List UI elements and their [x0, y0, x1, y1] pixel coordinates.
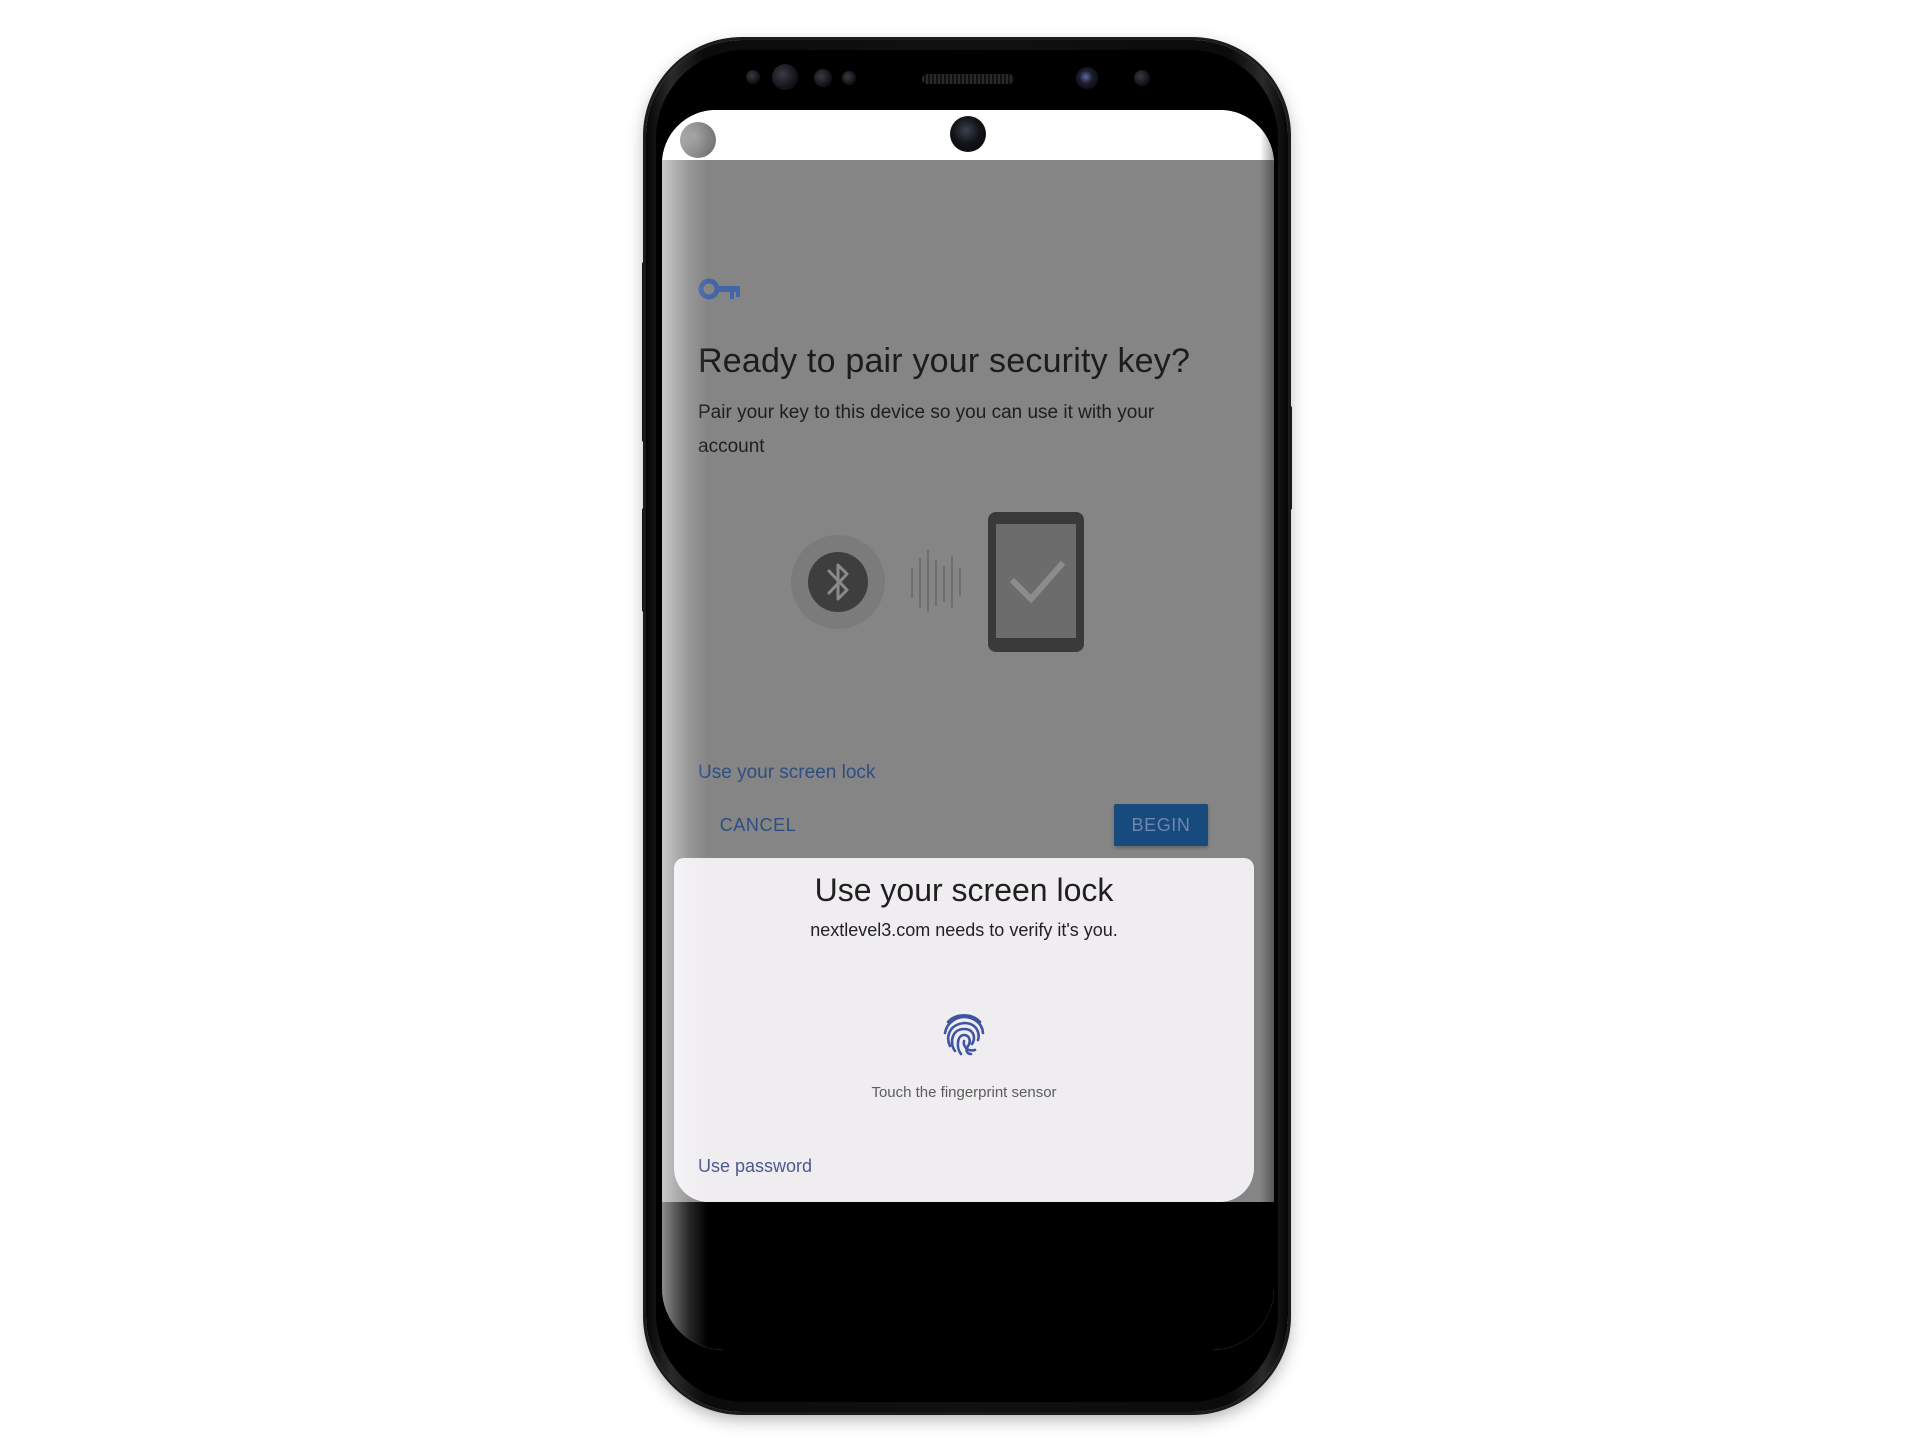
begin-button[interactable]: BEGIN — [1114, 804, 1208, 846]
iris-sensor — [772, 64, 798, 90]
camera-cutout — [950, 116, 986, 152]
status-indicator — [680, 122, 716, 158]
cancel-button[interactable]: CANCEL — [698, 804, 818, 846]
status-bar — [662, 110, 1274, 160]
earpiece-speaker — [922, 74, 1014, 84]
led-indicator — [842, 71, 856, 85]
bottom-bezel — [662, 1202, 1274, 1350]
sheet-subtitle: nextlevel3.com needs to verify it's you. — [810, 920, 1118, 940]
key-icon — [698, 278, 740, 300]
phone-screen: Ready to pair your security key? Pair yo… — [662, 110, 1274, 1350]
phone-check-icon — [988, 512, 1084, 652]
use-password-link[interactable]: Use password — [698, 1156, 812, 1177]
signal-waves-icon — [911, 550, 961, 612]
light-sensor — [814, 69, 832, 87]
fingerprint-icon[interactable] — [938, 1008, 990, 1060]
iris-camera — [1134, 70, 1150, 86]
page-title: Ready to pair your security key? — [698, 342, 1191, 380]
front-camera — [1076, 67, 1098, 89]
stage: Ready to pair your security key? Pair yo… — [0, 0, 1920, 1440]
phone-top-bar — [646, 40, 1288, 120]
use-screen-lock-link[interactable]: Use your screen lock — [698, 762, 875, 784]
sheet-title: Use your screen lock — [814, 872, 1114, 908]
proximity-sensor — [746, 70, 760, 84]
bluetooth-icon — [791, 535, 885, 629]
fingerprint-hint: Touch the fingerprint sensor — [871, 1084, 1057, 1101]
screen-lock-sheet: Use your screen lock nextlevel3.com need… — [674, 858, 1254, 1202]
page-subtitle: Pair your key to this device so you can … — [698, 402, 1155, 457]
pairing-illustration — [791, 512, 1084, 652]
